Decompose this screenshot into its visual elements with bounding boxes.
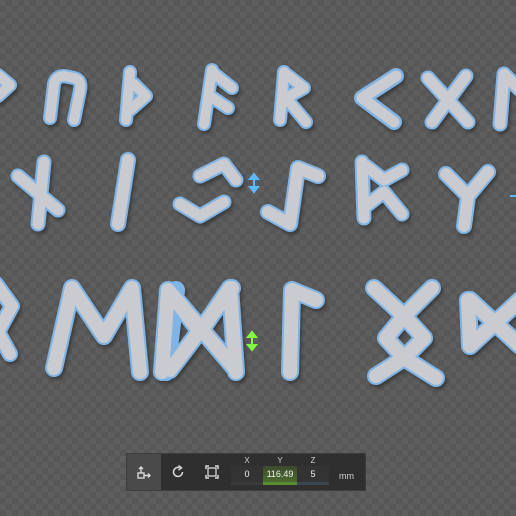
rune-fehu-partial[interactable]	[0, 68, 17, 103]
rune-eihwaz[interactable]	[260, 160, 326, 232]
x-label: X	[244, 456, 250, 465]
rune-jera[interactable]	[172, 156, 244, 224]
rotate-icon	[172, 464, 184, 478]
rune-dagaz-partial[interactable]	[459, 291, 516, 355]
rune-ansuz[interactable]	[197, 63, 239, 131]
rune-algiz[interactable]	[438, 164, 496, 234]
rune-othala[interactable]	[365, 279, 445, 387]
rune-isa[interactable]	[110, 152, 136, 232]
unit-label: mm	[339, 471, 354, 481]
z-value-input[interactable]: 5	[297, 466, 329, 485]
z-axis-gizmo[interactable]	[247, 172, 261, 194]
y-label: Y	[277, 456, 283, 465]
z-label: Z	[310, 456, 316, 465]
rune-gebo[interactable]	[420, 68, 476, 130]
scale-icon	[205, 465, 219, 479]
rune-kenaz[interactable]	[354, 68, 404, 130]
move-tool-icon	[137, 466, 151, 479]
z-coordinate: Z 5	[297, 454, 329, 490]
x-coordinate: X 0	[231, 454, 263, 490]
y-axis-gizmo[interactable]	[245, 330, 259, 352]
rune-ehwaz[interactable]	[45, 279, 149, 381]
rune-sowilo-partial[interactable]	[0, 277, 20, 362]
rune-thurisaz[interactable]	[119, 65, 153, 127]
transform-toolbar: X 0 Y 116.49 Z 5 mm	[126, 453, 366, 491]
rune-uruz[interactable]	[43, 69, 88, 127]
y-coordinate: Y 116.49	[263, 454, 297, 490]
rune-mannaz[interactable]	[153, 279, 245, 381]
3d-viewport[interactable]	[0, 0, 516, 516]
y-value-input[interactable]: 116.49	[263, 466, 297, 485]
rune-naudiz[interactable]	[10, 154, 66, 232]
x-value-input[interactable]: 0	[231, 466, 263, 485]
rune-raidho[interactable]	[273, 65, 313, 129]
rune-perthro[interactable]	[354, 154, 410, 226]
rune-laguz[interactable]	[281, 281, 325, 381]
coordinate-fields: X 0 Y 116.49 Z 5	[231, 454, 329, 490]
rotate-tool-button[interactable]	[161, 454, 195, 490]
move-tool-button[interactable]	[127, 454, 161, 490]
rune-wunjo-partial[interactable]	[492, 66, 516, 132]
scale-tool-button[interactable]	[195, 454, 229, 490]
